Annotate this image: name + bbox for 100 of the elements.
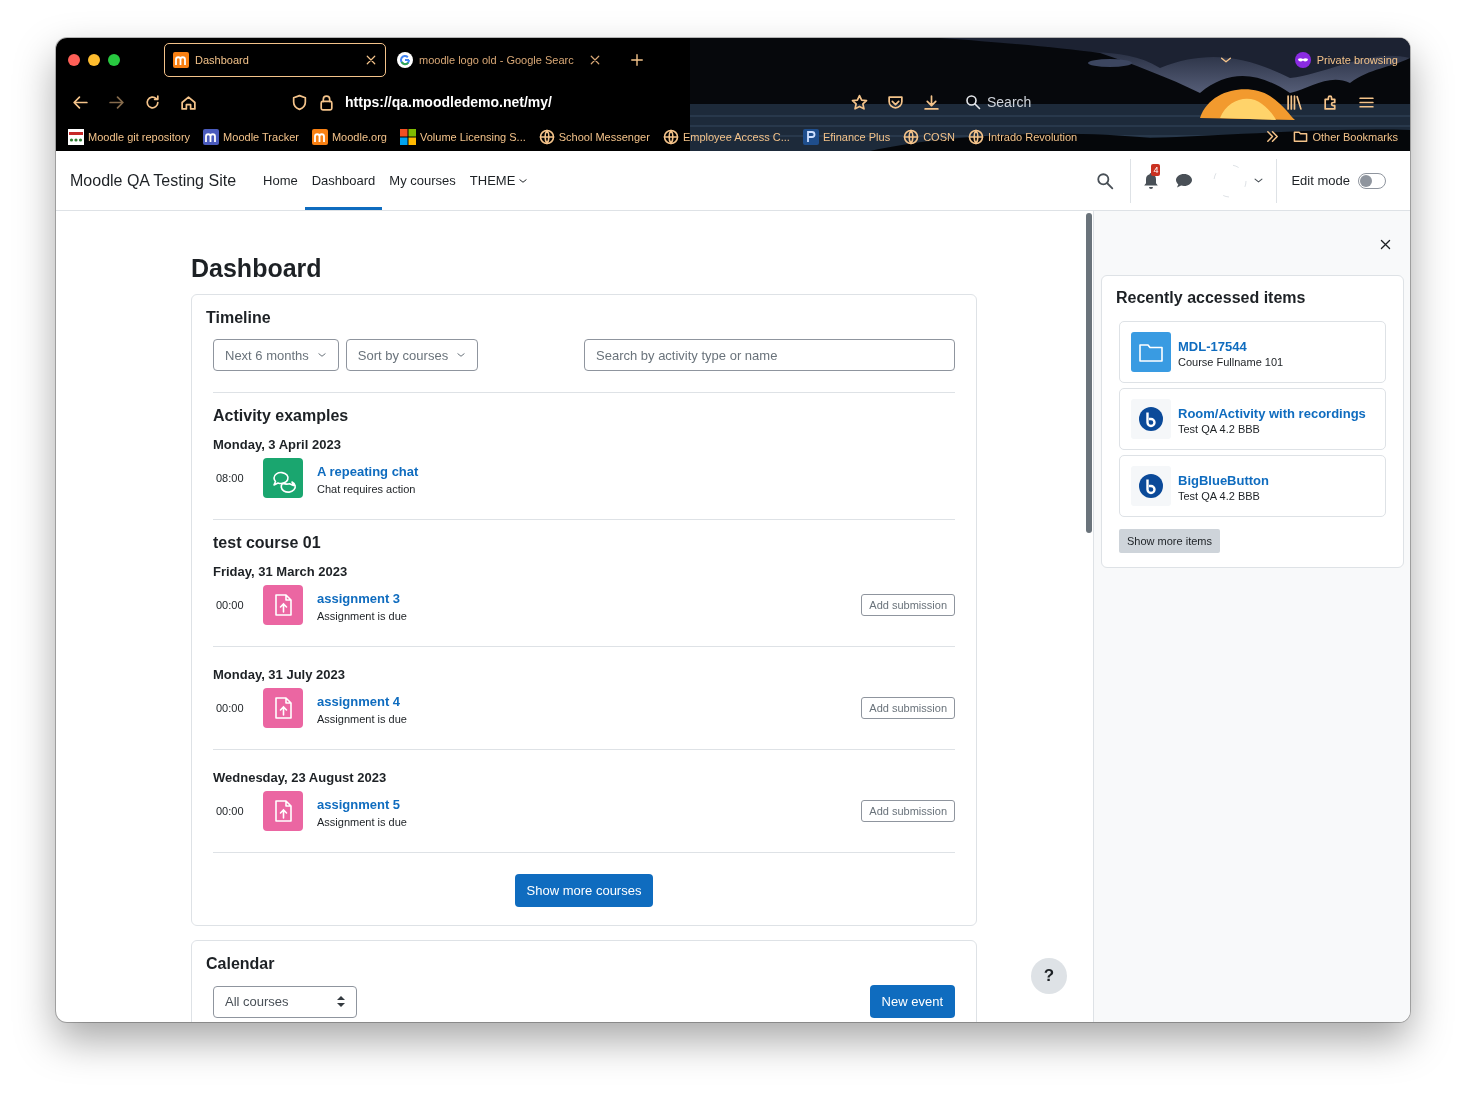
browser-tab[interactable]: moodle logo old - Google Searc bbox=[388, 43, 610, 77]
bookmark[interactable]: School Messenger bbox=[538, 128, 650, 145]
close-light[interactable] bbox=[68, 54, 80, 66]
bell-icon[interactable] bbox=[1143, 172, 1160, 189]
address-bar[interactable]: https://qa.moodledemo.net/my/ bbox=[291, 93, 851, 111]
course-name: Activity examples bbox=[213, 407, 350, 425]
chat-bubble-icon[interactable] bbox=[1175, 172, 1194, 189]
bookmark[interactable]: Employee Access C... bbox=[662, 128, 790, 145]
nav-link[interactable]: Dashboard bbox=[304, 151, 383, 210]
add-submission-button[interactable]: Add submission bbox=[861, 800, 955, 822]
zoom-light[interactable] bbox=[108, 54, 120, 66]
event-time: 00:00 bbox=[215, 599, 245, 611]
folder-icon bbox=[1293, 129, 1309, 144]
event-status: Assignment is due bbox=[317, 712, 407, 725]
globe-icon bbox=[662, 128, 679, 145]
minimize-light[interactable] bbox=[88, 54, 100, 66]
home-icon[interactable] bbox=[180, 93, 197, 111]
course-name: Test QA 4.2 BBB bbox=[1178, 422, 1261, 435]
recent-item[interactable]: BigBlueButton Test QA 4.2 BBB bbox=[1119, 455, 1386, 517]
search-field[interactable]: Search by activity type or name bbox=[584, 339, 955, 371]
bookmark-label: School Messenger bbox=[558, 130, 650, 143]
bookmark[interactable]: Moodle.org bbox=[311, 128, 387, 145]
nav-link[interactable]: My courses bbox=[382, 151, 463, 210]
search-icon bbox=[965, 94, 981, 110]
course-dropdown[interactable]: All courses bbox=[213, 985, 357, 1018]
card-title: Recently accessed items bbox=[1116, 289, 1307, 307]
chat-icon bbox=[263, 458, 303, 498]
bookmark[interactable]: Efinance Plus bbox=[802, 128, 891, 145]
plus-icon[interactable] bbox=[630, 53, 644, 67]
date-heading: Monday, 31 July 2023 bbox=[213, 667, 346, 682]
bookmark[interactable]: Intrado Revolution bbox=[967, 128, 1078, 145]
chevron-down-icon bbox=[456, 350, 467, 360]
recent-item[interactable]: MDL-17544 Course Fullname 101 bbox=[1119, 321, 1386, 383]
notification-count: 4 bbox=[1151, 164, 1161, 176]
download-icon[interactable] bbox=[923, 93, 940, 111]
item-link[interactable]: MDL-17544 bbox=[1178, 338, 1247, 354]
show-more-items-button[interactable]: Show more items bbox=[1119, 529, 1220, 553]
assignment-icon bbox=[263, 791, 303, 831]
event-status: Assignment is due bbox=[317, 609, 407, 622]
filter-dropdown[interactable]: Next 6 months bbox=[213, 339, 339, 371]
moodle-logo-icon bbox=[173, 52, 189, 68]
add-submission-button[interactable]: Add submission bbox=[861, 697, 955, 719]
search-field[interactable]: Search bbox=[965, 94, 1032, 110]
bookmark[interactable]: COSN bbox=[903, 128, 955, 145]
recent-item[interactable]: Room/Activity with recordings Test QA 4.2 BBB bbox=[1119, 388, 1386, 450]
site-name[interactable]: Moodle QA Testing Site bbox=[70, 171, 237, 190]
moodle-logo-icon bbox=[311, 128, 328, 145]
windows-logo-icon bbox=[399, 128, 416, 145]
date-heading: Friday, 31 March 2023 bbox=[213, 564, 349, 579]
search-icon[interactable] bbox=[1096, 171, 1115, 190]
scrollbar[interactable] bbox=[1086, 213, 1092, 533]
tracker-logo-icon bbox=[203, 128, 220, 145]
avatar-icon bbox=[1213, 163, 1248, 198]
bookmark[interactable]: Volume Licensing S... bbox=[399, 128, 526, 145]
git-logo-icon bbox=[68, 128, 84, 145]
event-link[interactable]: assignment 3 bbox=[317, 590, 401, 606]
bookmark-label: Other Bookmarks bbox=[1312, 130, 1398, 143]
bookmark-label: Moodle.org bbox=[331, 130, 387, 143]
new-event-button[interactable]: New event bbox=[869, 985, 955, 1018]
double-chevron-icon[interactable] bbox=[1265, 129, 1281, 144]
item-link[interactable]: Room/Activity with recordings bbox=[1178, 405, 1366, 421]
private-browsing-label: Private browsing bbox=[1316, 54, 1398, 66]
star-icon[interactable] bbox=[851, 93, 868, 111]
event-status: Assignment is due bbox=[317, 815, 407, 828]
bookmark[interactable]: Moodle git repository bbox=[68, 128, 191, 145]
bookmark-label: Volume Licensing S... bbox=[419, 130, 526, 143]
close-icon[interactable] bbox=[589, 54, 601, 66]
pocket-icon[interactable] bbox=[887, 93, 904, 111]
close-icon[interactable] bbox=[365, 54, 377, 66]
help-button[interactable]: ? bbox=[1031, 958, 1067, 994]
filter-dropdown[interactable]: Sort by courses bbox=[345, 339, 479, 371]
chevron-down-icon bbox=[316, 350, 327, 360]
show-more-courses-button[interactable]: Show more courses bbox=[514, 874, 654, 907]
bookmark-label: Moodle Tracker bbox=[223, 130, 299, 143]
browser-tab[interactable]: Dashboard bbox=[164, 43, 386, 77]
arrow-left-icon[interactable] bbox=[72, 93, 89, 111]
add-submission-button[interactable]: Add submission bbox=[861, 594, 955, 616]
puzzle-icon[interactable] bbox=[1322, 93, 1339, 111]
nav-link[interactable]: THEME bbox=[462, 151, 536, 210]
reload-icon[interactable] bbox=[144, 93, 161, 111]
course-name: Course Fullname 101 bbox=[1178, 355, 1284, 368]
course-name: test course 01 bbox=[213, 534, 322, 552]
edit-mode-switch[interactable] bbox=[1358, 172, 1386, 189]
event-link[interactable]: A repeating chat bbox=[317, 463, 419, 479]
item-link[interactable]: BigBlueButton bbox=[1178, 472, 1269, 488]
library-icon[interactable] bbox=[1286, 93, 1303, 111]
arrow-right-icon[interactable] bbox=[108, 93, 125, 111]
course-name: Test QA 4.2 BBB bbox=[1178, 489, 1261, 502]
nav-link[interactable]: Home bbox=[256, 151, 305, 210]
event-link[interactable]: assignment 5 bbox=[317, 796, 401, 812]
shield-icon[interactable] bbox=[291, 93, 308, 111]
other-bookmarks[interactable]: Other Bookmarks bbox=[1293, 129, 1398, 144]
bookmark-label: COSN bbox=[923, 130, 955, 143]
page-title: Dashboard bbox=[191, 254, 323, 283]
bookmark[interactable]: Moodle Tracker bbox=[203, 128, 299, 145]
lock-icon[interactable] bbox=[318, 93, 335, 111]
event-status: Chat requires action bbox=[317, 482, 417, 495]
mask-icon bbox=[1294, 52, 1311, 68]
close-icon[interactable] bbox=[1379, 237, 1392, 251]
event-link[interactable]: assignment 4 bbox=[317, 693, 401, 709]
